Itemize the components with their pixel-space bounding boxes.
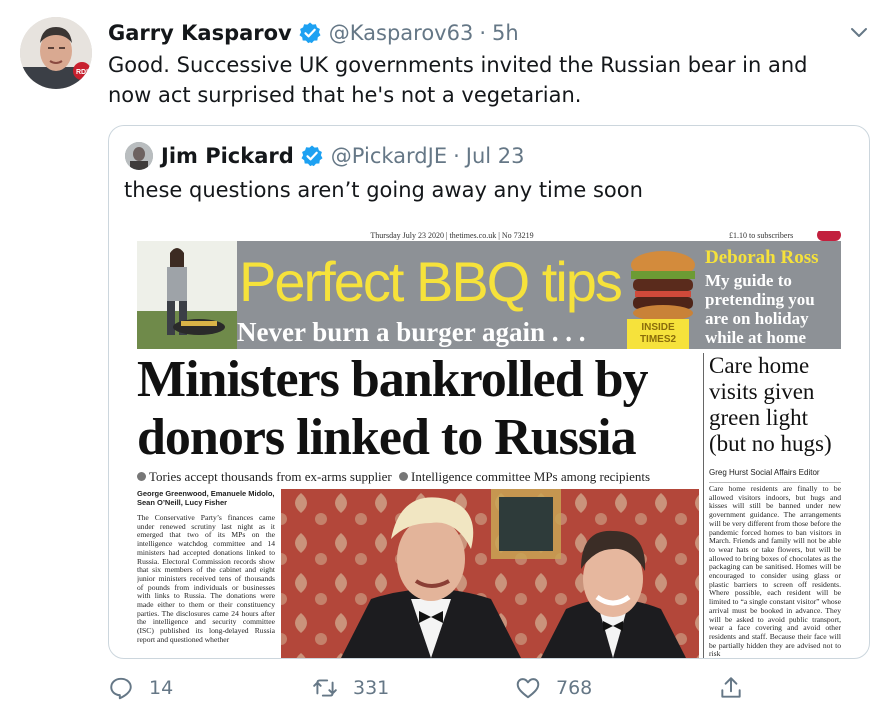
tweet-timestamp[interactable]: 5h — [492, 21, 519, 45]
retweet-icon — [313, 679, 337, 697]
avatar-badge-text: RDI — [76, 69, 88, 76]
chevron-down-icon[interactable] — [849, 22, 869, 42]
share-button[interactable] — [718, 672, 744, 704]
columnist-teaser: My guide to pretending you are on holida… — [705, 271, 815, 347]
share-icon — [721, 677, 741, 698]
burger-image — [631, 251, 695, 321]
newspaper-price: £1.10 to subscribers — [729, 231, 794, 240]
quoted-avatar[interactable] — [125, 142, 153, 170]
tweet-header: Garry Kasparov @Kasparov63 · 5h — [108, 18, 519, 48]
newspaper-image[interactable]: Thursday July 23 2020 | thetimes.co.uk |… — [137, 231, 841, 658]
quoted-text: these questions aren’t going away any ti… — [124, 178, 643, 202]
quoted-tweet[interactable]: Jim Pickard @PickardJE · Jul 23 these qu… — [108, 125, 870, 659]
separator-dot: · — [479, 21, 487, 45]
user-handle[interactable]: @Kasparov63 — [329, 21, 474, 45]
quoted-header: Jim Pickard @PickardJE · Jul 23 — [161, 141, 525, 171]
display-name[interactable]: Garry Kasparov — [108, 21, 292, 45]
quoted-display-name[interactable]: Jim Pickard — [161, 144, 294, 168]
side-byline: Greg Hurst Social Affairs Editor — [709, 468, 820, 477]
main-article-body: The Conservative Party’s finances came u… — [137, 513, 275, 644]
retweet-count: 331 — [353, 677, 390, 699]
inside-badge-text: INSIDE TIMES2 — [639, 322, 677, 345]
reply-button[interactable]: 14 — [108, 672, 173, 704]
verified-badge-icon — [301, 145, 323, 167]
tweet-card[interactable]: RDI Garry Kasparov @Kasparov63 · 5h Good… — [0, 0, 894, 709]
newspaper-banner: Perfect BBQ tips Never burn a burger aga… — [137, 241, 841, 349]
bullet-icon — [399, 472, 409, 481]
side-headline: Care home visits given green light (but … — [709, 353, 832, 456]
separator-dot: · — [453, 144, 460, 168]
newspaper-dateline: Thursday July 23 2020 | thetimes.co.uk |… — [370, 231, 534, 240]
strap-item-2: Intelligence committee MPs among recipie… — [411, 469, 651, 484]
retweet-button[interactable]: 331 — [312, 672, 389, 704]
like-button[interactable]: 768 — [515, 672, 592, 704]
quoted-timestamp[interactable]: Jul 23 — [466, 144, 525, 168]
front-page-photo — [281, 489, 699, 658]
reply-icon — [110, 677, 132, 700]
headline-strap: Tories accept thousands from ex-arms sup… — [137, 469, 699, 485]
inside-times2-badge: INSIDE TIMES2 — [627, 319, 689, 349]
newspaper-price-badge — [817, 231, 841, 241]
banner-photo — [137, 241, 237, 349]
like-count: 768 — [556, 677, 593, 699]
tweet-actions: 14 331 768 — [108, 672, 868, 706]
columnist-name: Deborah Ross — [705, 247, 819, 268]
heart-icon — [516, 678, 540, 699]
quoted-avatar-image — [125, 142, 153, 170]
reply-count: 14 — [149, 677, 174, 699]
side-article-body: Care home residents are finally to be al… — [709, 484, 841, 658]
strap-item-1: Tories accept thousands from ex-arms sup… — [149, 469, 392, 484]
main-byline: George Greenwood, Emanuele Midolo, Sean … — [137, 489, 275, 507]
newspaper-headline: Ministers bankrolled by donors linked to… — [137, 351, 649, 466]
bullet-icon — [137, 472, 146, 481]
avatar[interactable]: RDI — [20, 17, 92, 89]
tweet-text: Good. Successive UK governments invited … — [108, 53, 808, 107]
side-divider — [709, 482, 841, 483]
avatar-image: RDI — [20, 17, 92, 89]
quoted-handle[interactable]: @PickardJE — [331, 144, 447, 168]
column-divider — [703, 353, 704, 658]
verified-badge-icon — [299, 22, 321, 44]
banner-title: Perfect BBQ tips — [239, 250, 623, 313]
banner-subtitle: Never burn a burger again . . . — [237, 317, 586, 347]
